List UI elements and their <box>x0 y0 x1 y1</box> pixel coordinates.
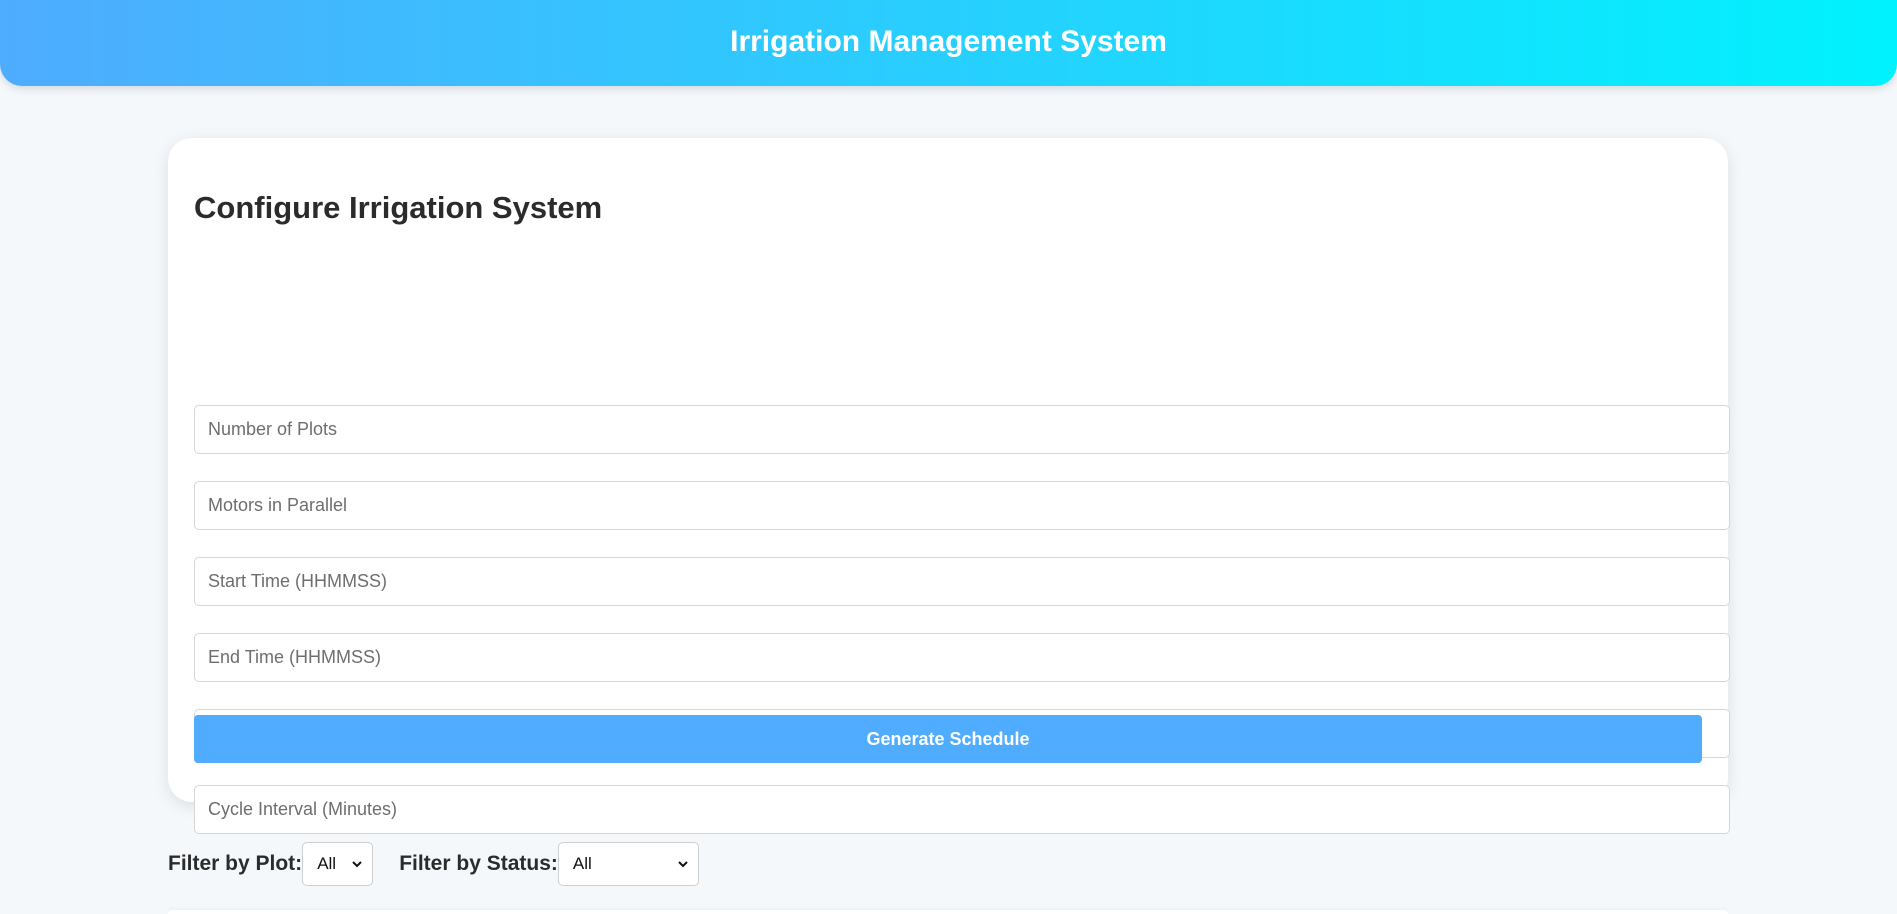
start-time-input[interactable] <box>194 557 1730 606</box>
status-filter-value: All <box>572 854 592 873</box>
motors-in-parallel-input[interactable] <box>194 481 1730 530</box>
chevron-down-icon <box>352 861 362 868</box>
schedule-panel-edge <box>168 910 1728 914</box>
plot-filter-select[interactable]: All <box>302 842 374 886</box>
end-time-input[interactable] <box>194 633 1730 682</box>
chevron-down-icon <box>678 861 688 868</box>
configure-panel: Configure Irrigation System Generate Sch… <box>168 138 1730 834</box>
plot-filter-value: All <box>317 854 337 873</box>
app-header: Irrigation Management System <box>0 0 1897 86</box>
status-filter-select[interactable]: All <box>557 842 699 886</box>
number-of-plots-input[interactable] <box>194 405 1730 454</box>
app-title: Irrigation Management System <box>730 25 1167 58</box>
cycle-interval-input[interactable] <box>194 785 1730 834</box>
filter-bar: Filter by Plot: All Filter by Status: Al… <box>168 842 699 886</box>
configure-title: Configure Irrigation System <box>194 190 603 225</box>
filter-by-status-label: Filter by Status: <box>399 852 558 875</box>
generate-schedule-button[interactable]: Generate Schedule <box>194 715 1702 763</box>
filter-by-plot-label: Filter by Plot: <box>168 852 303 875</box>
